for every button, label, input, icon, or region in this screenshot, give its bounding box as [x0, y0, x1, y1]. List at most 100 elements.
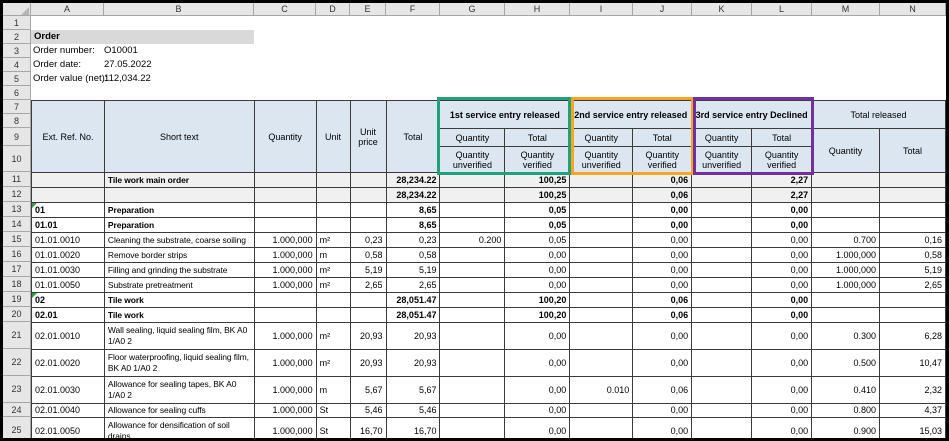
header-quantity[interactable]: Quantity — [254, 101, 316, 173]
cell-total[interactable]: 5,67 — [386, 377, 440, 404]
cell-short-text[interactable]: Remove border strips — [104, 248, 254, 263]
row-header-16[interactable]: 16 — [3, 247, 30, 262]
cell-g2-qty-unverified[interactable] — [570, 293, 633, 308]
cell-g2-qty-unverified[interactable] — [570, 233, 633, 248]
cell-quantity[interactable] — [254, 188, 316, 203]
cell-g2-qty-unverified[interactable] — [570, 278, 633, 293]
cell-unit-price[interactable]: 16,70 — [350, 418, 386, 441]
cell-g1-qty-verified[interactable]: 0,00 — [505, 404, 570, 418]
cell-g2-qty-unverified[interactable] — [570, 173, 633, 188]
cell-g3-qty-unverified[interactable] — [692, 203, 752, 218]
header-g1-quantity[interactable]: Quantity — [440, 129, 505, 147]
cell-g1-qty-unverified[interactable] — [440, 323, 505, 350]
order-date-value[interactable]: 27.05.2022 — [104, 58, 152, 72]
row-header-3[interactable]: 3 — [3, 44, 30, 58]
cell-ext-ref[interactable]: 02.01.0010 — [32, 323, 105, 350]
order-title-cell[interactable]: Order — [31, 30, 254, 44]
cell-ext-ref[interactable]: 02.01.0040 — [32, 404, 105, 418]
cell-short-text[interactable]: Preparation — [104, 203, 254, 218]
row-header-17[interactable]: 17 — [3, 262, 30, 277]
cell-unit[interactable] — [316, 173, 350, 188]
cell-ext-ref[interactable]: 01.01.0050 — [32, 278, 105, 293]
cell-short-text[interactable]: Substrate pretreatment — [104, 278, 254, 293]
cell-quantity[interactable]: 1.000,000 — [254, 278, 316, 293]
cell-unit[interactable]: m² — [316, 278, 350, 293]
cell-released-total[interactable] — [880, 203, 946, 218]
cell-g2-qty-unverified[interactable] — [570, 418, 633, 441]
cell-short-text[interactable]: Floor waterproofing, liquid sealing film… — [104, 350, 254, 377]
cell-g1-qty-unverified[interactable]: 0.200 — [440, 233, 505, 248]
cell-ext-ref[interactable]: 02.01 — [32, 308, 105, 323]
header-g3-total[interactable]: Total — [752, 129, 812, 147]
cell-unit-price[interactable]: 20,93 — [350, 323, 386, 350]
cell-g1-qty-unverified[interactable] — [440, 203, 505, 218]
cell-unit-price[interactable] — [350, 293, 386, 308]
cell-g3-qty-verified[interactable]: 0,00 — [752, 263, 812, 278]
cell-short-text[interactable]: Tile work main order — [104, 173, 254, 188]
cell-released-quantity[interactable]: 1.000,000 — [812, 278, 880, 293]
cell-g2-qty-verified[interactable]: 0,00 — [633, 350, 692, 377]
header-short-text[interactable]: Short text — [104, 101, 254, 173]
header-g1-total[interactable]: Total — [505, 129, 570, 147]
cell-released-total[interactable] — [880, 173, 946, 188]
cell-g1-qty-unverified[interactable] — [440, 173, 505, 188]
cell-short-text[interactable]: Preparation — [104, 218, 254, 233]
cell-g2-qty-verified[interactable]: 0,00 — [633, 404, 692, 418]
cell-unit-price[interactable]: 0,58 — [350, 248, 386, 263]
cell-g2-qty-unverified[interactable] — [570, 323, 633, 350]
cell-g3-qty-unverified[interactable] — [692, 188, 752, 203]
cell-g3-qty-verified[interactable]: 0,00 — [752, 203, 812, 218]
cell-g3-qty-verified[interactable]: 0,00 — [752, 323, 812, 350]
cell-g2-qty-verified[interactable]: 0,00 — [633, 323, 692, 350]
cell-quantity[interactable] — [254, 293, 316, 308]
cell-released-total[interactable] — [880, 308, 946, 323]
cell-unit-price[interactable] — [350, 203, 386, 218]
column-header-k[interactable]: K — [692, 3, 752, 16]
column-header-m[interactable]: M — [812, 3, 880, 16]
header-g1-unverified[interactable]: Quantity unverified — [440, 147, 505, 173]
cell-quantity[interactable]: 1.000,000 — [254, 233, 316, 248]
cell-released-quantity[interactable] — [812, 188, 880, 203]
cell-g2-qty-verified[interactable]: 0,00 — [633, 278, 692, 293]
row-header-11[interactable]: 11 — [3, 172, 30, 187]
cell-released-total[interactable]: 2,32 — [880, 377, 946, 404]
cell-unit-price[interactable] — [350, 188, 386, 203]
cell-short-text[interactable]: Wall sealing, liquid sealing film, BK A0… — [104, 323, 254, 350]
cell-g1-qty-unverified[interactable] — [440, 188, 505, 203]
cell-released-quantity[interactable]: 0.500 — [812, 350, 880, 377]
row-header-25[interactable]: 25 — [3, 417, 30, 441]
cell-ext-ref[interactable] — [32, 173, 105, 188]
cell-released-quantity[interactable] — [812, 308, 880, 323]
row-header-23[interactable]: 23 — [3, 376, 30, 403]
row-header-10[interactable]: 10 — [3, 146, 30, 172]
cell-g2-qty-unverified[interactable] — [570, 350, 633, 377]
cell-g1-qty-verified[interactable]: 100,20 — [505, 308, 570, 323]
row-header-7[interactable]: 7 — [3, 100, 30, 114]
row-header-24[interactable]: 24 — [3, 403, 30, 417]
cell-released-total[interactable]: 0,58 — [880, 248, 946, 263]
cell-g1-qty-verified[interactable]: 100,20 — [505, 293, 570, 308]
cell-g3-qty-unverified[interactable] — [692, 308, 752, 323]
cell-g1-qty-unverified[interactable] — [440, 278, 505, 293]
cell-unit[interactable]: m² — [316, 263, 350, 278]
cell-ext-ref[interactable]: 01.01.0020 — [32, 248, 105, 263]
cell-released-total[interactable] — [880, 293, 946, 308]
cell-g3-qty-verified[interactable]: 2,27 — [752, 188, 812, 203]
cell-g1-qty-unverified[interactable] — [440, 418, 505, 441]
cell-unit-price[interactable]: 5,19 — [350, 263, 386, 278]
cell-unit-price[interactable] — [350, 308, 386, 323]
row-header-6[interactable]: 6 — [3, 86, 30, 100]
cell-g3-qty-unverified[interactable] — [692, 218, 752, 233]
header-tr-total[interactable]: Total — [880, 129, 946, 173]
cell-g1-qty-verified[interactable]: 0,00 — [505, 263, 570, 278]
cell-g1-qty-verified[interactable]: 0,00 — [505, 350, 570, 377]
cell-unit[interactable]: m² — [316, 233, 350, 248]
cell-g3-qty-verified[interactable]: 0,00 — [752, 278, 812, 293]
row-header-15[interactable]: 15 — [3, 232, 30, 247]
cell-g2-qty-verified[interactable]: 0,06 — [633, 173, 692, 188]
cell-g1-qty-unverified[interactable] — [440, 248, 505, 263]
cell-released-total[interactable]: 15,03 — [880, 418, 946, 441]
cell-g2-qty-verified[interactable]: 0,06 — [633, 188, 692, 203]
cell-quantity[interactable]: 1.000,000 — [254, 248, 316, 263]
cell-g1-qty-verified[interactable]: 100,25 — [505, 188, 570, 203]
